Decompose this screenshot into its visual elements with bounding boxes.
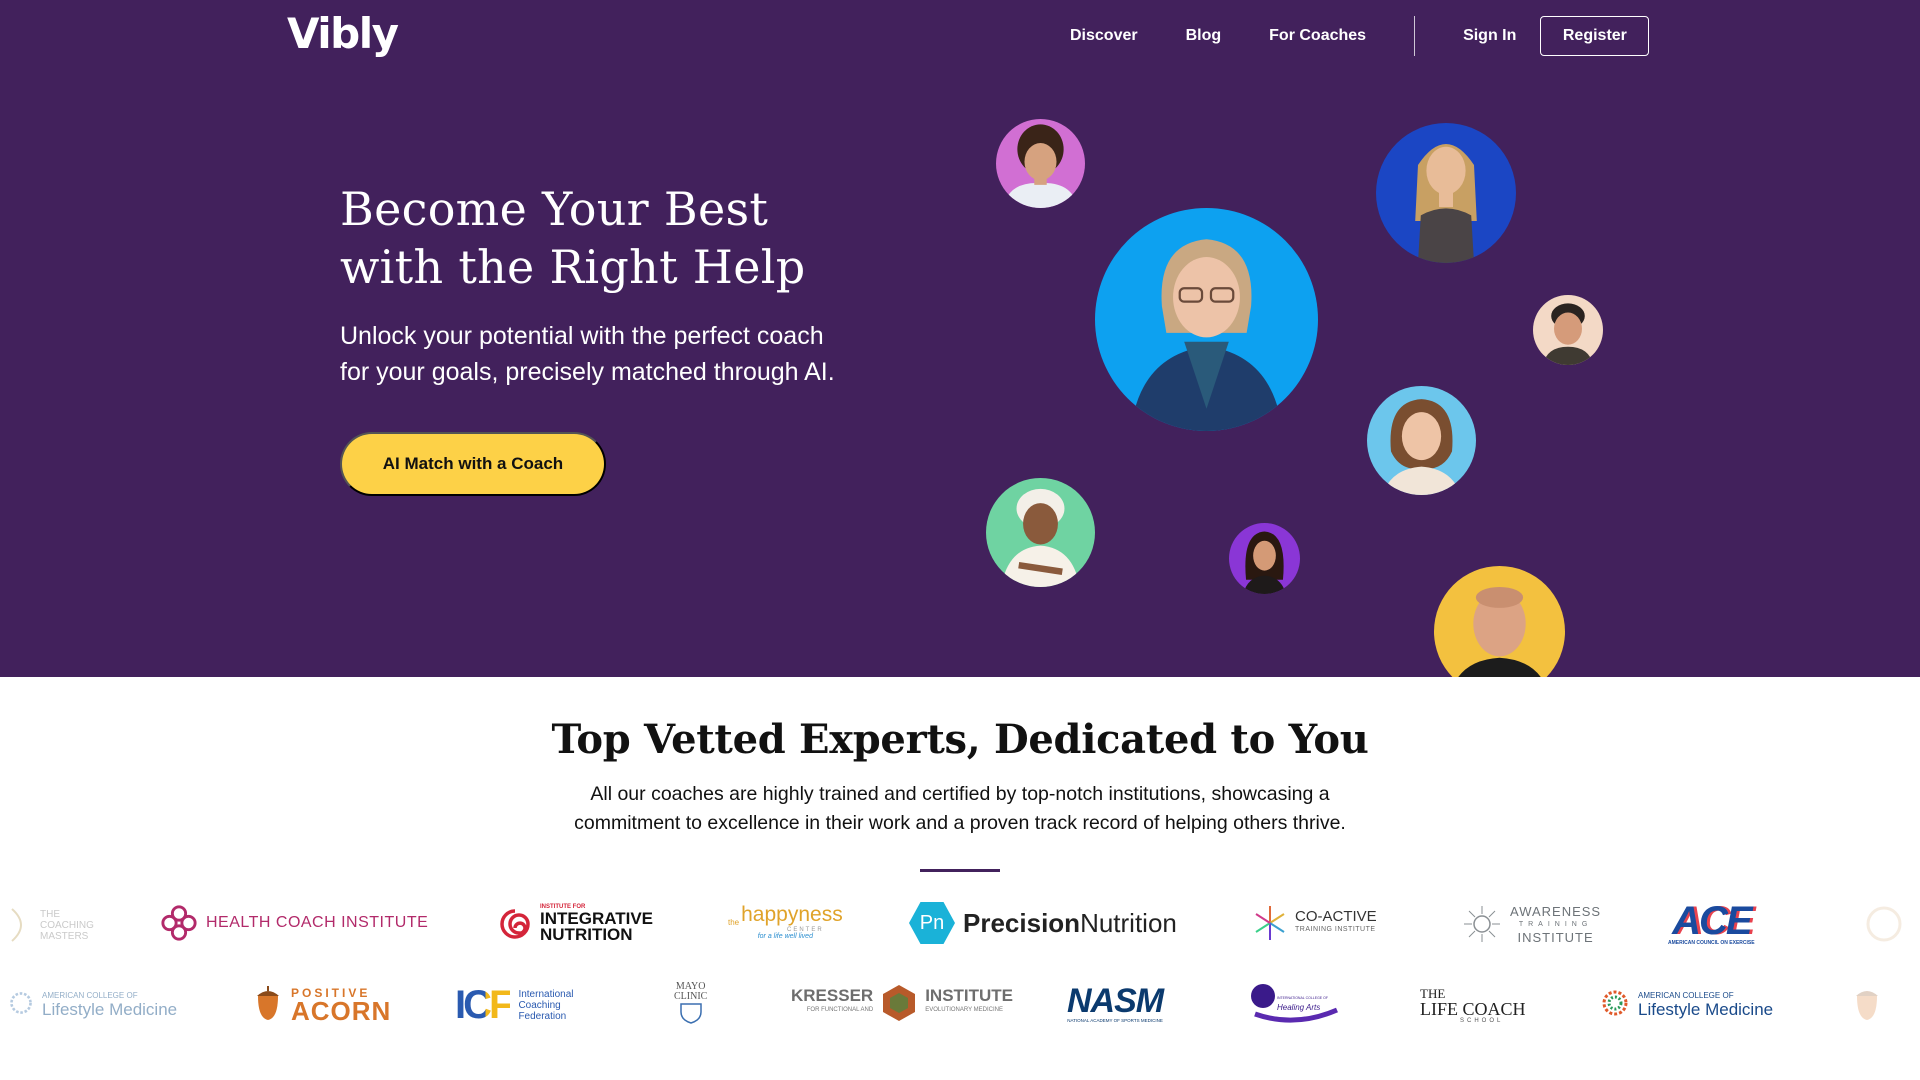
logo-awareness-training: AWARENESS TRAINING INSTITUTE xyxy=(1462,904,1601,944)
nav-divider xyxy=(1414,16,1416,56)
logo-mayo-clinic: MAYO CLINIC xyxy=(674,982,707,1024)
pn-badge-icon: Pn xyxy=(909,902,955,944)
logo-coaching-masters: THE COACHING MASTERS xyxy=(10,905,96,945)
sign-in-link[interactable]: Sign In xyxy=(1463,27,1516,45)
happyness-pre: the xyxy=(728,918,740,927)
lcs-line3: SCHOOL xyxy=(1460,1018,1504,1024)
aclm-right-line2: Lifestyle Medicine xyxy=(1638,1000,1774,1019)
hero-subtitle-line2: for your goals, precisely matched throug… xyxy=(340,358,835,386)
experts-subtitle-line1: All our coaches are highly trained and c… xyxy=(590,783,1330,805)
coach-avatar-3[interactable] xyxy=(1095,208,1318,431)
coach-avatar-8[interactable] xyxy=(1434,566,1565,677)
logo-integrative-nutrition: INSTITUTE FOR INTEGRATIVE NUTRITION xyxy=(498,903,653,943)
logo-life-coach-school: THE LIFE COACH SCHOOL xyxy=(1420,987,1526,1024)
main-nav: Discover Blog For Coaches Sign In Regist… xyxy=(1070,16,1650,56)
faded-logo-icon xyxy=(1866,906,1902,942)
vibly-logo[interactable]: Vibly xyxy=(287,8,399,60)
icf-line2: Coaching xyxy=(518,999,561,1011)
nutrition-text: Nutrition xyxy=(1080,907,1177,938)
hero-title: Become Your Best with the Right Help xyxy=(340,180,900,296)
logo-ace: ACE AMERICAN COUNCIL ON EXERCISE xyxy=(1668,899,1755,946)
awareness-line1: AWARENESS xyxy=(1510,903,1602,919)
icf-line1: International xyxy=(518,988,574,1000)
hero-subtitle: Unlock your potential with the perfect c… xyxy=(340,318,900,390)
logo-positive-acorn: POSITIVE ACORN xyxy=(253,982,392,1026)
logo-healing-arts: INTERNATIONAL COLLEGE OF Healing Arts xyxy=(1249,982,1341,1024)
logo-icf: ICF International Coaching Federation xyxy=(455,985,573,1025)
coaching-masters-icon xyxy=(11,908,22,942)
mayo-shield-icon xyxy=(679,1003,702,1024)
mayo-line2: CLINIC xyxy=(674,991,708,1002)
coaching-masters-text: THE COACHING MASTERS xyxy=(40,908,94,942)
nav-for-coaches[interactable]: For Coaches xyxy=(1269,27,1366,45)
logo-kresser-institute: KRESSER FOR FUNCTIONAL AND INSTITUTE EVO… xyxy=(791,983,1013,1023)
healing-arts-line2: Healing Arts xyxy=(1277,1003,1321,1012)
logo-acorn-faded xyxy=(1864,904,1904,944)
logo-aclm-left: AMERICAN COLLEGE OF Lifestyle Medicine xyxy=(8,988,177,1018)
ai-match-button[interactable]: AI Match with a Coach xyxy=(340,432,606,496)
iin-spiral-icon xyxy=(500,909,530,939)
logo-health-coach-institute: HEALTH COACH INSTITUTE xyxy=(160,904,428,942)
health-coach-institute-text: HEALTH COACH INSTITUTE xyxy=(206,914,429,931)
hero-title-line1: Become Your Best xyxy=(340,182,769,236)
happyness-tag: for a life well lived xyxy=(757,933,813,940)
experts-subtitle-line2: commitment to excellence in their work a… xyxy=(574,812,1346,834)
kresser-institute: INSTITUTE xyxy=(925,986,1014,1005)
logo-aclm-right: AMERICAN COLLEGE OF Lifestyle Medicine xyxy=(1600,987,1773,1019)
co-active-icon xyxy=(1255,906,1285,940)
co-active-name: CO-ACTIVE xyxy=(1295,908,1377,925)
iin-text: INSTITUTE FOR INTEGRATIVE NUTRITION xyxy=(540,903,653,943)
faded-acorn-icon xyxy=(1856,991,1878,1020)
acorn-icon xyxy=(257,986,279,1020)
kresser-sub2: EVOLUTIONARY MEDICINE xyxy=(925,1007,1003,1013)
nav-discover[interactable]: Discover xyxy=(1070,27,1138,45)
kresser-name: KRESSER xyxy=(791,986,874,1005)
pn-badge-text: Pn xyxy=(919,911,945,934)
nasm-name: NASM xyxy=(1067,982,1164,1020)
icf-line3: Federation xyxy=(518,1010,567,1022)
icf-mark: ICF xyxy=(455,983,513,1027)
awareness-line3: INSTITUTE xyxy=(1517,929,1594,945)
logo-precision-nutrition: Pn PrecisionNutrition xyxy=(909,902,1177,944)
logo-nasm: NASM NATIONAL ACADEMY OF SPORTS MEDICINE xyxy=(1067,982,1164,1023)
logo-acorn-faded-right xyxy=(1852,982,1882,1022)
awareness-line2: TRAINING xyxy=(1518,920,1593,928)
coach-avatar-1[interactable] xyxy=(996,119,1085,208)
aclm-icon xyxy=(1602,990,1628,1016)
register-button[interactable]: Register xyxy=(1540,16,1650,56)
awareness-sun-icon xyxy=(1464,906,1500,942)
coach-avatar-2[interactable] xyxy=(1376,123,1516,263)
co-active-sub: TRAINING INSTITUTE xyxy=(1295,926,1376,933)
hero-subtitle-line1: Unlock your potential with the perfect c… xyxy=(340,322,824,350)
lcs-line2: LIFE COACH xyxy=(1420,999,1526,1019)
ace-sub: AMERICAN COUNCIL ON EXERCISE xyxy=(1668,940,1755,946)
kresser-sub1: FOR FUNCTIONAL AND xyxy=(806,1007,874,1013)
healing-arts-line1: INTERNATIONAL COLLEGE OF xyxy=(1277,996,1328,1000)
aclm-icon-faded xyxy=(10,992,32,1014)
experts-title: Top Vetted Experts, Dedicated to You xyxy=(551,716,1369,763)
coach-avatar-4[interactable] xyxy=(1533,295,1603,365)
acorn-text: ACORN xyxy=(291,996,392,1026)
section-divider xyxy=(920,869,1000,872)
coach-avatar-7[interactable] xyxy=(1229,523,1300,594)
hero-section: Vibly Discover Blog For Coaches Sign In … xyxy=(0,0,1920,677)
hero-title-line2: with the Right Help xyxy=(340,240,806,294)
coach-avatar-5[interactable] xyxy=(1367,386,1476,495)
logo-co-active: CO-ACTIVE TRAINING INSTITUTE xyxy=(1253,904,1377,942)
nasm-sub: NATIONAL ACADEMY OF SPORTS MEDICINE xyxy=(1067,1018,1163,1023)
nav-blog[interactable]: Blog xyxy=(1186,27,1222,45)
precision-text: Precision xyxy=(963,907,1081,938)
experts-subtitle: All our coaches are highly trained and c… xyxy=(510,780,1410,838)
iin-line2: NUTRITION xyxy=(540,925,633,944)
aclm-left-line2: Lifestyle Medicine xyxy=(42,1000,178,1019)
ace-name: ACE xyxy=(1672,899,1752,943)
kresser-hex-icon xyxy=(883,985,916,1021)
happyness-name: happyness xyxy=(741,903,843,926)
health-coach-knot-icon xyxy=(161,905,197,941)
logo-happyness-center: the happyness CENTER for a life well liv… xyxy=(728,903,843,940)
coach-avatar-6[interactable] xyxy=(986,478,1095,587)
